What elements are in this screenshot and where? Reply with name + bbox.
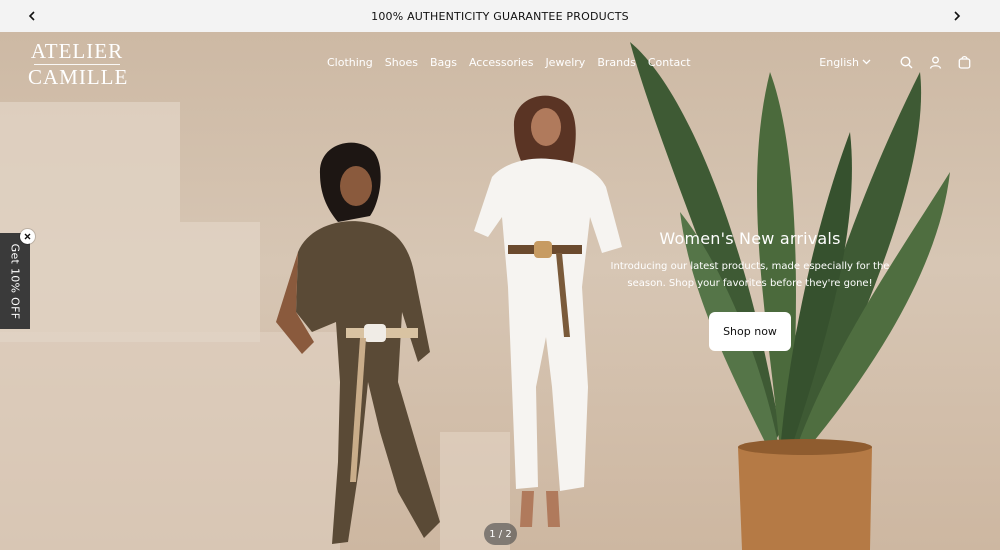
model-white-jumpsuit-image <box>474 95 622 527</box>
shop-now-button[interactable]: Shop now <box>709 312 791 351</box>
nav-jewelry[interactable]: Jewelry <box>545 56 585 69</box>
main-nav: Clothing Shoes Bags Accessories Jewelry … <box>327 56 703 69</box>
account-button[interactable] <box>927 54 943 70</box>
nav-accessories[interactable]: Accessories <box>469 56 533 69</box>
close-icon <box>24 233 31 240</box>
discount-tab[interactable]: Get 10% OFF <box>0 233 30 329</box>
nav-bags[interactable]: Bags <box>430 56 457 69</box>
announcement-prev-button[interactable] <box>20 0 44 32</box>
nav-clothing[interactable]: Clothing <box>327 56 373 69</box>
cart-icon <box>958 55 970 69</box>
search-button[interactable] <box>898 54 914 70</box>
nav-shoes[interactable]: Shoes <box>385 56 418 69</box>
nav-contact[interactable]: Contact <box>648 56 691 69</box>
hero-promo: Women's New arrivals Introducing our lat… <box>600 229 900 292</box>
chevron-right-icon <box>954 11 961 21</box>
announcement-text: 100% AUTHENTICITY GUARANTEE PRODUCTS <box>371 9 629 23</box>
site-header: ATELIER CAMILLE Clothing Shoes Bags Acce… <box>0 32 1000 96</box>
cart-button[interactable] <box>956 54 972 70</box>
model-brown-jumpsuit-image <box>276 142 440 544</box>
discount-tab-close-button[interactable] <box>20 229 35 244</box>
language-selector[interactable]: English <box>819 56 871 69</box>
slide-counter: 1 / 2 <box>484 523 517 545</box>
chevron-down-icon <box>862 59 871 65</box>
brand-logo[interactable]: ATELIER CAMILLE <box>28 39 129 89</box>
header-utilities: English <box>819 54 972 70</box>
wall-step <box>0 222 260 342</box>
announcement-next-button[interactable] <box>945 0 969 32</box>
wall-step <box>0 102 180 222</box>
language-label: English <box>819 55 859 69</box>
account-icon <box>929 56 941 69</box>
discount-tab-label: Get 10% OFF <box>8 243 22 319</box>
announcement-bar: 100% AUTHENTICITY GUARANTEE PRODUCTS <box>0 0 1000 32</box>
brand-line-1: ATELIER <box>30 39 124 63</box>
brand-line-2: CAMILLE <box>28 65 129 89</box>
hero-title: Women's New arrivals <box>659 229 841 248</box>
nav-brands[interactable]: Brands <box>597 56 636 69</box>
hero-subtitle: Introducing our latest products, made es… <box>610 261 890 289</box>
chevron-left-icon <box>28 11 35 21</box>
search-icon <box>899 55 912 68</box>
